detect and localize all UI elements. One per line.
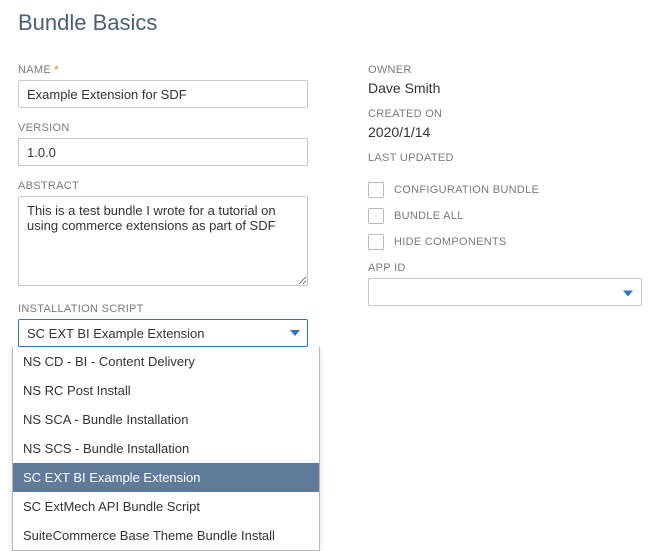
owner-value: Dave Smith <box>368 80 642 96</box>
hide-components-checkbox[interactable] <box>368 234 384 250</box>
dropdown-item[interactable]: NS SCA - Bundle Installation <box>13 405 319 434</box>
installation-script-label: INSTALLATION SCRIPT <box>18 303 308 315</box>
dropdown-item[interactable]: SuiteCommerce Base Theme Bundle Install <box>13 521 319 550</box>
chevron-down-icon <box>623 285 633 300</box>
created-on-value: 2020/1/14 <box>368 124 642 140</box>
version-label: VERSION <box>18 122 308 134</box>
name-label: NAME * <box>18 64 308 76</box>
dropdown-item[interactable]: SC ExtMech API Bundle Script <box>13 492 319 521</box>
installation-script-dropdown[interactable]: NS CD - BI - Content DeliveryNS RC Post … <box>12 347 320 551</box>
app-id-label: APP ID <box>368 262 642 274</box>
chevron-down-icon <box>290 330 300 336</box>
version-input[interactable] <box>18 138 308 166</box>
hide-components-label[interactable]: HIDE COMPONENTS <box>394 236 507 248</box>
dropdown-item[interactable]: NS RC Post Install <box>13 376 319 405</box>
last-updated-label: LAST UPDATED <box>368 152 642 164</box>
app-id-select[interactable] <box>368 278 642 306</box>
abstract-label: ABSTRACT <box>18 180 308 192</box>
dropdown-item[interactable]: SC EXT BI Example Extension <box>13 463 319 492</box>
name-input[interactable] <box>18 80 308 108</box>
page-title: Bundle Basics <box>18 10 642 36</box>
abstract-textarea[interactable]: This is a test bundle I wrote for a tuto… <box>18 196 308 286</box>
dropdown-item[interactable]: NS SCS - Bundle Installation <box>13 434 319 463</box>
bundle-all-checkbox[interactable] <box>368 208 384 224</box>
configuration-bundle-label[interactable]: CONFIGURATION BUNDLE <box>394 184 539 196</box>
created-on-label: CREATED ON <box>368 108 642 120</box>
required-star-icon: * <box>54 64 59 76</box>
dropdown-item[interactable]: NS CD - BI - Content Delivery <box>13 347 319 376</box>
owner-label: OWNER <box>368 64 642 76</box>
bundle-all-label[interactable]: BUNDLE ALL <box>394 210 464 222</box>
installation-script-select[interactable]: SC EXT BI Example Extension <box>18 319 308 347</box>
configuration-bundle-checkbox[interactable] <box>368 182 384 198</box>
installation-script-selected-value: SC EXT BI Example Extension <box>27 326 205 341</box>
